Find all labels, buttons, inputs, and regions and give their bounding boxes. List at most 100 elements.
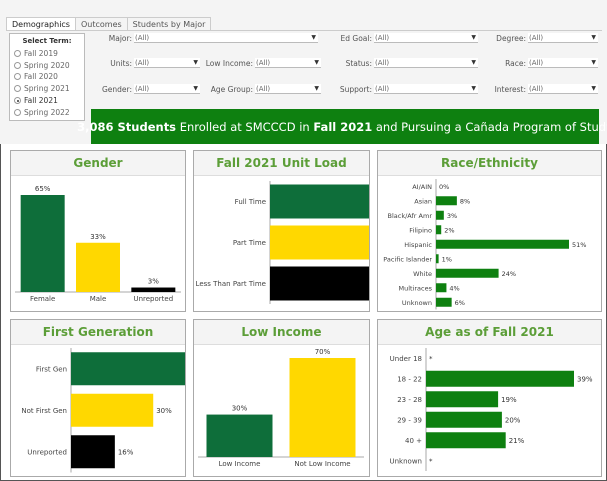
first-gen-panel: First Generation First Gen54%Not First G… [10,319,186,477]
term-option-fall-2019[interactable]: Fall 2019 [14,49,58,58]
term-selector-title: Select Term: [22,37,72,45]
data-label-filipino: 2% [444,226,454,234]
major-filter-label: Major: [108,33,132,43]
data-label-unknown: * [429,457,433,465]
gender-filter: Gender: (All) ▼ [98,84,200,94]
ed-goal-filter-label: Ed Goal: [340,33,373,43]
term-option-label: Fall 2020 [24,72,58,81]
gender-chart-title: Gender [11,151,185,176]
interest-dropdown[interactable]: (All) ▼ [528,84,598,94]
term-option-label: Spring 2020 [24,61,70,70]
interest-dropdown-value: (All) [529,85,544,93]
chevron-down-icon: ▼ [471,34,476,41]
support-dropdown[interactable]: (All) ▼ [374,84,478,94]
tick-label-full-time: Full Time [235,198,266,206]
ed-goal-filter: Ed Goal: (All) ▼ [334,33,478,43]
radio-button-selected[interactable] [14,97,21,104]
data-label-hispanic: 51% [572,241,586,249]
tick-label-not-low-income: Not Low Income [294,460,350,468]
tick-label-low-income: Low Income [219,460,261,468]
degree-filter: Degree: (All) ▼ [480,33,598,43]
radio-button[interactable] [14,62,21,69]
units-filter-label: Units: [110,58,132,68]
gender-dropdown[interactable]: (All) ▼ [134,84,200,94]
tick-label-multiraces: Multiraces [398,284,432,292]
student-count: 3,086 Students [77,119,177,134]
bar-first-gen [71,352,185,386]
status-dropdown[interactable]: (All) ▼ [374,58,478,68]
units-dropdown[interactable]: (All) ▼ [134,58,200,68]
chevron-down-icon: ▼ [591,85,596,92]
data-label-40: 21% [509,437,525,445]
data-label-pacific-islander: 1% [442,255,452,263]
race-dropdown[interactable]: (All) ▼ [528,58,598,68]
first-gen-chart: First Gen54%Not First Gen30%Unreported16… [21,348,185,473]
major-dropdown[interactable]: (All) ▼ [134,33,318,43]
bar-filipino [436,225,442,235]
bar-part-time [270,225,369,260]
chevron-down-icon: ▼ [314,85,319,92]
tick-label-less-than-part-time: Less Than Part Time [196,280,266,288]
term-option-label: Fall 2021 [24,96,58,105]
term-option-label: Fall 2019 [24,49,58,58]
banner-text-end: and Pursuing a Cañada Program of Study [372,119,607,134]
chevron-down-icon: ▼ [193,85,198,92]
tab-outcomes[interactable]: Outcomes [75,17,128,31]
radio-button[interactable] [14,50,21,57]
support-filter: Support: (All) ▼ [334,84,478,94]
race-panel: Race/Ethnicity AI/AIN 0% Asian 8% Black/Afr … [377,150,602,312]
age-panel: Age as of Fall 2021 Under 18 * 18 - 22 39% 2… [377,319,602,477]
tick-label-asian: Asian [414,197,432,205]
tab-demographics[interactable]: Demographics [6,17,76,31]
degree-dropdown[interactable]: (All) ▼ [528,33,598,43]
bar-low-income [206,414,273,457]
gender-chart: 65% Female 33% Male 3% Unreported [15,185,181,303]
tick-label-under-18: Under 18 [390,355,422,363]
interest-filter: Interest: (All) ▼ [480,84,598,94]
data-label-black-afr-amr: 3% [447,212,457,220]
gender-dropdown-value: (All) [135,85,150,93]
term-option-fall-2020[interactable]: Fall 2020 [14,72,58,81]
bar-23-28 [426,391,499,408]
tab-divider [6,30,602,31]
banner-term: Fall 2021 [313,119,373,134]
tab-students-by-major[interactable]: Students by Major [127,17,212,31]
interest-filter-label: Interest: [494,84,526,94]
bar-29-39 [426,411,502,428]
tick-label-male: Male [90,295,107,303]
low-income-filter: Low Income: (All) ▼ [205,58,321,68]
low-income-dropdown[interactable]: (All) ▼ [255,58,321,68]
term-selector: Select Term: Fall 2019 Spring 2020 Fall … [9,33,85,121]
term-option-spring-2020[interactable]: Spring 2020 [14,61,70,70]
data-label-not-low-income: 70% [315,348,331,356]
data-label-18-22: 39% [577,375,593,383]
tick-label-29-39: 29 - 39 [397,416,422,424]
term-option-spring-2022[interactable]: Spring 2022 [14,108,70,117]
first-gen-chart-title: First Generation [11,320,185,345]
radio-button[interactable] [14,85,21,92]
bar-hispanic [436,239,569,249]
age-group-dropdown[interactable]: (All) ▼ [255,84,321,94]
data-label-white: 24% [502,270,516,278]
bar-black-afr-amr [436,210,444,220]
major-filter: Major: (All) ▼ [98,33,318,43]
bar-unknown [436,297,452,307]
major-dropdown-value: (All) [135,34,150,42]
radio-button[interactable] [14,109,21,116]
unit-load-chart-title: Fall 2021 Unit Load [194,151,369,176]
tab-bar: Demographics Outcomes Students by Major [6,17,212,31]
status-filter: Status: (All) ▼ [334,58,478,68]
radio-button[interactable] [14,73,21,80]
low-income-filter-label: Low Income: [205,58,253,68]
low-income-chart-title: Low Income [194,320,369,345]
term-option-spring-2021[interactable]: Spring 2021 [14,84,70,93]
gender-filter-label: Gender: [101,84,132,94]
chevron-down-icon: ▼ [471,85,476,92]
term-option-fall-2021[interactable]: Fall 2021 [14,96,58,105]
term-option-label: Spring 2022 [24,108,70,117]
ed-goal-dropdown[interactable]: (All) ▼ [374,33,478,43]
tick-label-unreported: Unreported [27,448,67,456]
banner-text: Enrolled at SMCCCD in [176,119,314,134]
tick-label-unreported: Unreported [133,295,173,303]
bar-18-22 [426,370,574,387]
